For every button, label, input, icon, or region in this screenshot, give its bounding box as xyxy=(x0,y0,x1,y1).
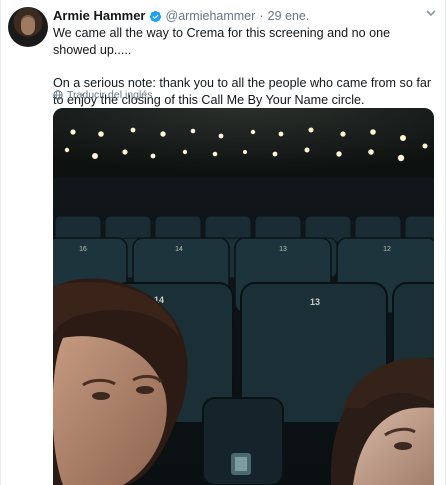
seat-number: 16 xyxy=(79,246,87,253)
seat-number: 13 xyxy=(310,297,320,307)
seat-number: 13 xyxy=(279,246,287,253)
author-name[interactable]: Armie Hammer xyxy=(53,8,146,24)
chevron-down-icon[interactable] xyxy=(425,8,437,18)
avatar[interactable] xyxy=(8,7,48,47)
translate-link[interactable]: Traducir del inglés xyxy=(53,89,152,101)
seat-number: 14 xyxy=(175,246,183,253)
separator-dot: · xyxy=(259,8,264,23)
author-handle[interactable]: @armiehammer xyxy=(166,8,256,24)
tweet-header: Armie Hammer @armiehammer · 29 ene. xyxy=(53,8,309,24)
tweet-paragraph: We came all the way to Crema for this sc… xyxy=(53,26,391,57)
seat-number: 12 xyxy=(383,246,391,253)
cinema-selfie-image: 16 14 13 12 14 13 xyxy=(53,108,434,485)
globe-icon xyxy=(53,90,63,100)
verified-badge-icon xyxy=(149,10,161,22)
translate-label[interactable]: Traducir del inglés xyxy=(67,89,152,101)
tweet-date[interactable]: 29 ene. xyxy=(268,8,310,24)
tweet-photo[interactable]: 16 14 13 12 14 13 xyxy=(53,108,434,485)
tweet-card[interactable]: Armie Hammer @armiehammer · 29 ene. We c… xyxy=(0,0,446,485)
